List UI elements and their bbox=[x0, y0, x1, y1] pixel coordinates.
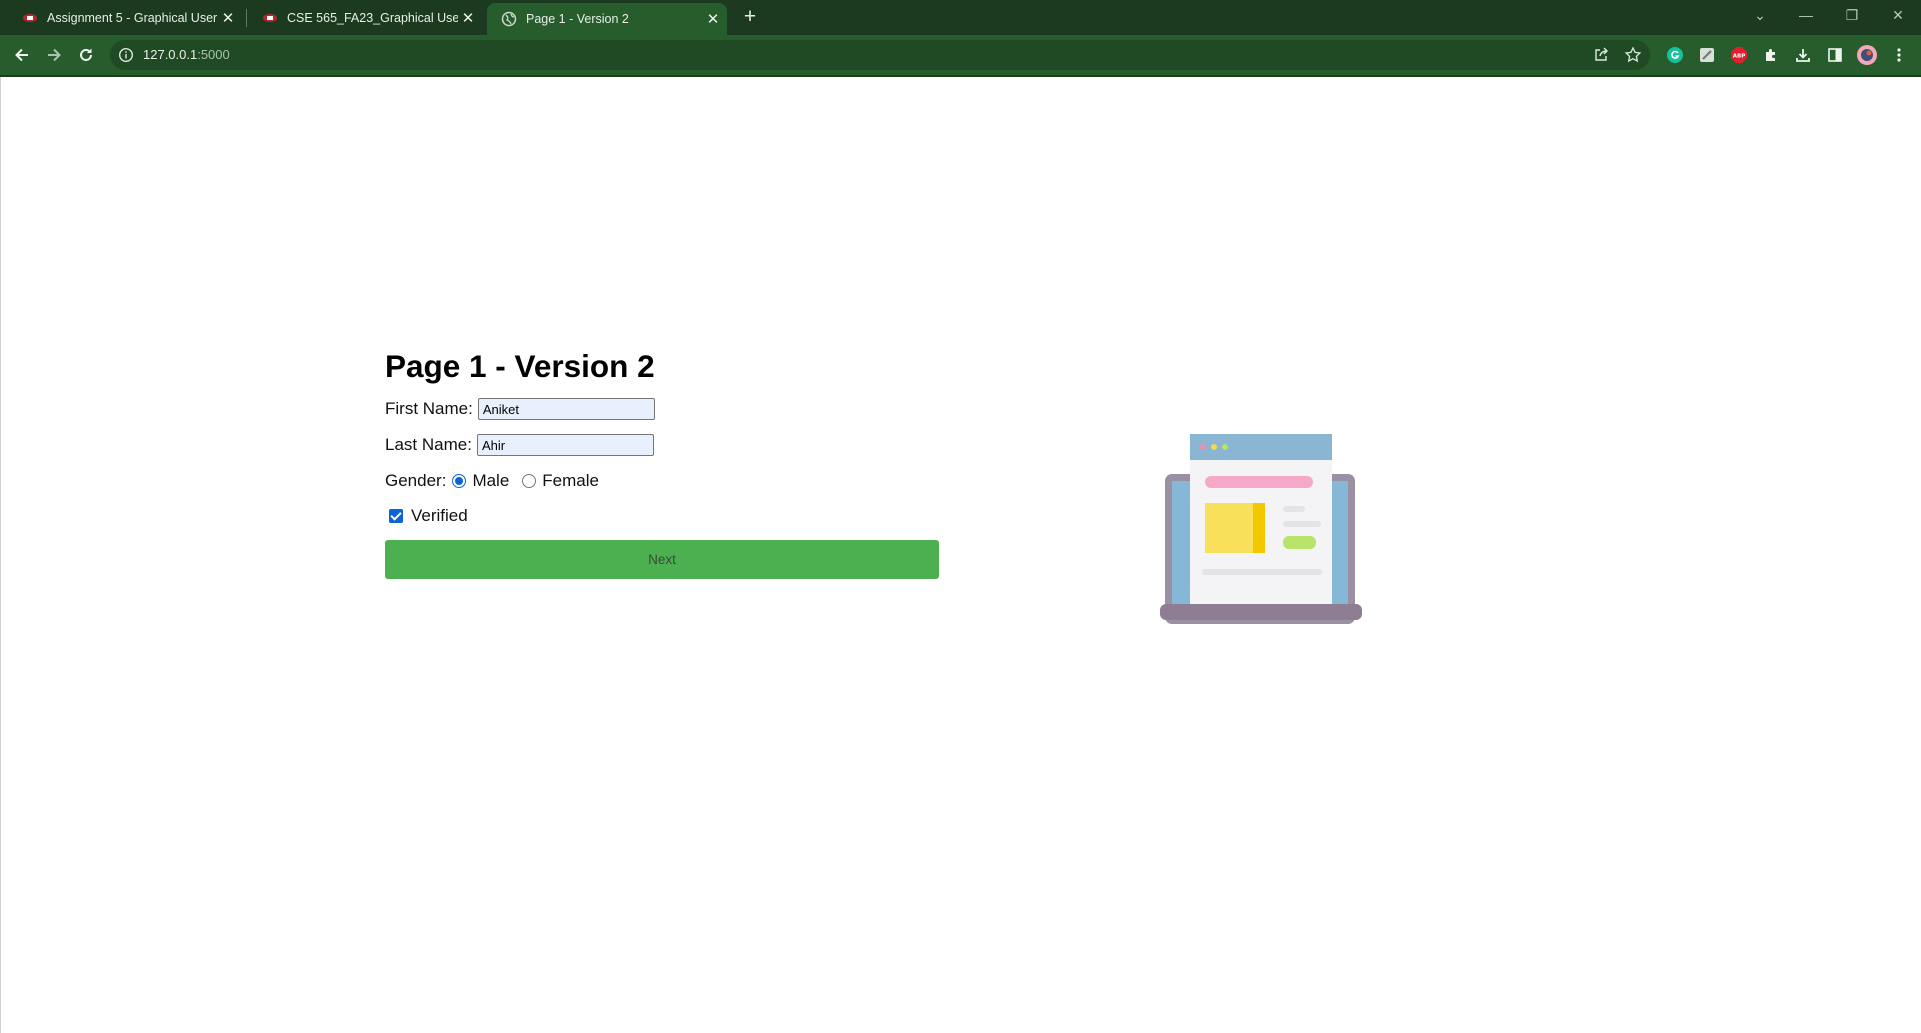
address-bar[interactable]: 127.0.0.1:5000 bbox=[110, 40, 1650, 70]
first-name-field[interactable] bbox=[477, 398, 655, 420]
verified-row: Verified bbox=[385, 499, 939, 533]
tab-title: CSE 565_FA23_Graphical User Int bbox=[287, 10, 458, 25]
tab-title: Assignment 5 - Graphical User Ir bbox=[47, 10, 218, 25]
first-name-label: First Name: bbox=[385, 399, 473, 418]
close-tab-icon[interactable]: ✕ bbox=[218, 8, 238, 28]
new-tab-icon[interactable]: + bbox=[738, 6, 762, 30]
reload-icon[interactable] bbox=[72, 41, 100, 69]
bookmark-star-icon[interactable] bbox=[1624, 46, 1642, 64]
verified-label[interactable]: Verified bbox=[411, 506, 468, 526]
adblock-plus-icon[interactable]: ABP bbox=[1729, 45, 1749, 65]
url-text: 127.0.0.1:5000 bbox=[143, 47, 230, 62]
profile-avatar-icon[interactable] bbox=[1857, 45, 1877, 65]
forward-icon[interactable] bbox=[40, 41, 68, 69]
first-name-row: First Name: bbox=[385, 391, 939, 427]
registration-form: Page 1 - Version 2 First Name: Last Name… bbox=[385, 346, 939, 579]
verified-checkbox[interactable] bbox=[389, 509, 403, 523]
laptop-webpage-illustration bbox=[1160, 426, 1362, 632]
last-name-field[interactable] bbox=[476, 434, 654, 456]
tab-assignment-5[interactable]: Assignment 5 - Graphical User Ir ✕ bbox=[10, 0, 242, 35]
minimize-icon[interactable]: — bbox=[1783, 0, 1829, 30]
restore-icon[interactable]: ❐ bbox=[1829, 0, 1875, 30]
page-title: Page 1 - Version 2 bbox=[385, 348, 655, 384]
gender-female-radio[interactable] bbox=[522, 474, 537, 488]
ub-favicon-icon bbox=[263, 13, 277, 22]
gender-male-radio[interactable] bbox=[452, 474, 467, 488]
more-menu-icon[interactable] bbox=[1889, 45, 1909, 65]
next-button[interactable]: Next bbox=[385, 540, 939, 579]
tab-cse-565[interactable]: CSE 565_FA23_Graphical User Int ✕ bbox=[250, 0, 482, 35]
browser-toolbar: 127.0.0.1:5000 ABP bbox=[0, 35, 1921, 75]
side-panel-icon[interactable] bbox=[1825, 45, 1845, 65]
tab-title: Page 1 - Version 2 bbox=[526, 12, 629, 26]
ub-favicon-icon bbox=[23, 13, 37, 22]
extensions-puzzle-icon[interactable] bbox=[1761, 45, 1781, 65]
last-name-label: Last Name: bbox=[385, 435, 472, 454]
svg-text:ABP: ABP bbox=[1733, 54, 1745, 60]
tab-separator bbox=[246, 9, 247, 27]
page-viewport bbox=[0, 77, 1921, 1033]
gender-label: Gender: bbox=[385, 471, 447, 490]
grammarly-icon[interactable] bbox=[1665, 45, 1685, 65]
back-icon[interactable] bbox=[8, 41, 36, 69]
close-window-icon[interactable]: ✕ bbox=[1875, 0, 1921, 30]
close-tab-icon[interactable]: ✕ bbox=[458, 8, 478, 28]
info-icon[interactable] bbox=[118, 47, 134, 63]
close-tab-icon[interactable]: ✕ bbox=[703, 9, 723, 29]
url-port: :5000 bbox=[197, 47, 230, 62]
extension-notes-icon[interactable] bbox=[1697, 45, 1717, 65]
download-icon[interactable] bbox=[1793, 45, 1813, 65]
tab-page-1[interactable]: Page 1 - Version 2 ✕ bbox=[487, 3, 727, 35]
gender-female-label[interactable]: Female bbox=[542, 471, 599, 491]
share-icon[interactable] bbox=[1592, 46, 1610, 64]
last-name-row: Last Name: bbox=[385, 427, 939, 463]
tab-strip: Assignment 5 - Graphical User Ir ✕ CSE 5… bbox=[0, 0, 1921, 35]
url-host: 127.0.0.1 bbox=[143, 47, 198, 62]
tab-search-icon[interactable]: ⌄ bbox=[1737, 0, 1783, 30]
gender-male-label[interactable]: Male bbox=[472, 471, 509, 491]
gender-row: Gender: Male Female bbox=[385, 463, 939, 499]
globe-icon bbox=[501, 11, 517, 27]
